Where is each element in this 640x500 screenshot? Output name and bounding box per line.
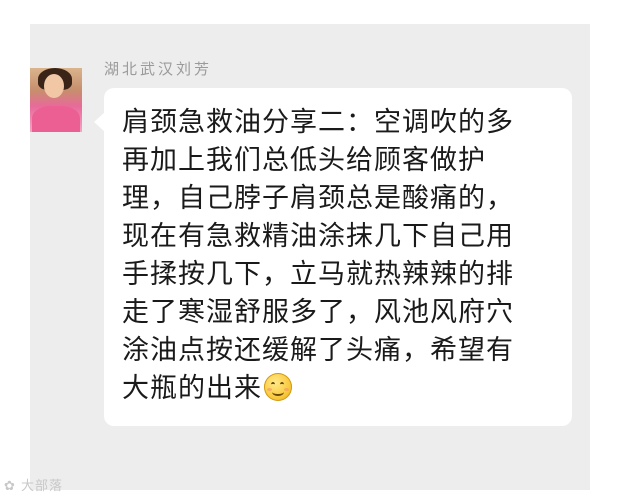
watermark-icon: ✿ (4, 479, 16, 494)
message-line: 手揉按几下，立马就热辣辣的排 (122, 259, 514, 290)
message-line: 理，自己脖子肩颈总是酸痛的， (122, 183, 514, 214)
message-line: 肩颈急救油分享二：空调吹的多 (122, 107, 514, 138)
watermark: ✿ 大部落 (4, 478, 63, 496)
message-line: 再加上我们总低头给顾客做护 (122, 145, 486, 176)
message-text: 肩颈急救油分享二：空调吹的多 再加上我们总低头给顾客做护 理，自己脖子肩颈总是酸… (122, 104, 552, 408)
message-line: 现在有急救精油涂抹几下自己用 (122, 221, 514, 252)
watermark-text: 大部落 (21, 479, 64, 494)
avatar-shirt (32, 106, 80, 132)
message-line: 涂油点按还缓解了头痛，希望有 (122, 335, 514, 366)
screenshot-page: 湖北武汉刘芳 肩颈急救油分享二：空调吹的多 再加上我们总低头给顾客做护 理，自己… (0, 0, 640, 500)
avatar[interactable] (30, 68, 82, 132)
avatar-face (44, 74, 64, 98)
message-line: 走了寒湿舒服多了，风池风府穴 (122, 297, 514, 328)
sender-name: 湖北武汉刘芳 (104, 60, 213, 78)
message-bubble[interactable]: 肩颈急救油分享二：空调吹的多 再加上我们总低头给顾客做护 理，自己脖子肩颈总是酸… (104, 88, 572, 426)
message-line-text: 大瓶的出来 (122, 373, 262, 404)
smile-emoji-icon (264, 373, 292, 401)
message-line-last: 大瓶的出来 (122, 370, 552, 408)
